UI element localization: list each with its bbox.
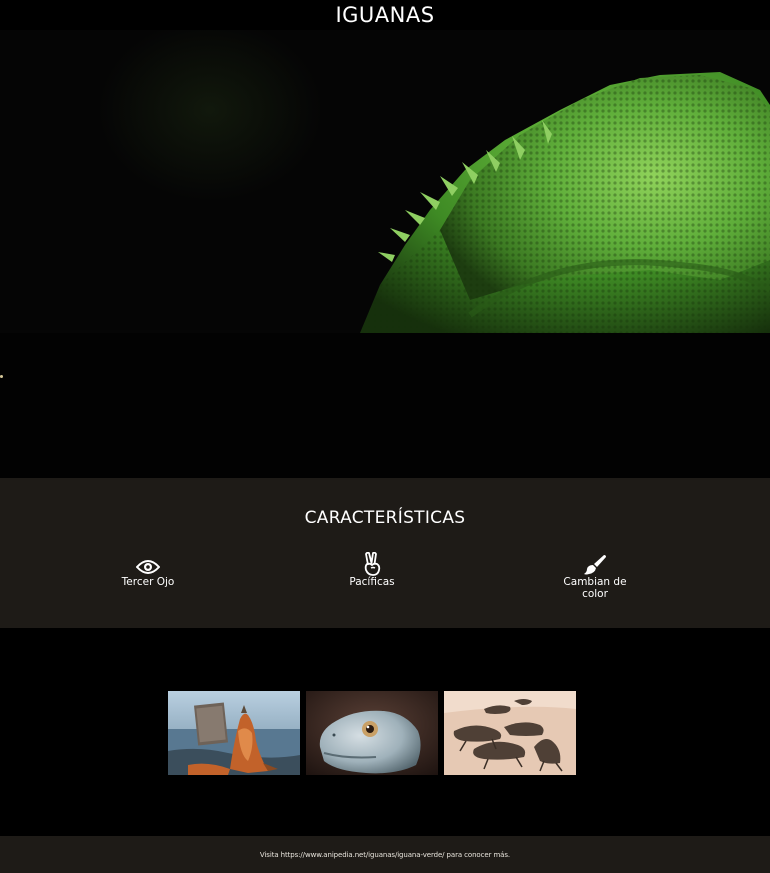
site-header: IGUANAS xyxy=(0,0,770,30)
photo-gallery xyxy=(0,628,770,836)
intro-section xyxy=(0,333,770,478)
feature-peaceful: Pacíficas xyxy=(312,552,432,588)
feature-color-change: Cambian de color xyxy=(535,552,655,600)
paint-brush-icon xyxy=(584,555,606,575)
marine-iguanas-group-photo[interactable] xyxy=(444,691,576,775)
iguana-head-closeup-photo[interactable] xyxy=(306,691,438,775)
hero-image xyxy=(0,30,770,333)
features-section: CARACTERÍSTICAS Tercer Ojo Pacíficas Cam… xyxy=(0,478,770,628)
eye-icon xyxy=(136,560,160,574)
iguana-on-beach-photo[interactable] xyxy=(168,691,300,775)
feature-label: Tercer Ojo xyxy=(121,576,175,588)
bullet-dot xyxy=(0,375,3,378)
footer-text: Visita https://www.anipedia.net/iguanas/… xyxy=(259,850,511,859)
feature-label: Pacíficas xyxy=(349,576,395,588)
features-title: CARACTERÍSTICAS xyxy=(304,508,466,528)
feature-third-eye: Tercer Ojo xyxy=(88,552,208,588)
peace-hand-icon xyxy=(364,552,381,576)
site-footer: Visita https://www.anipedia.net/iguanas/… xyxy=(0,836,770,873)
feature-label: Cambian de color xyxy=(563,576,627,600)
page-title: IGUANAS xyxy=(335,3,435,27)
iguana-hero-illustration xyxy=(360,72,770,333)
